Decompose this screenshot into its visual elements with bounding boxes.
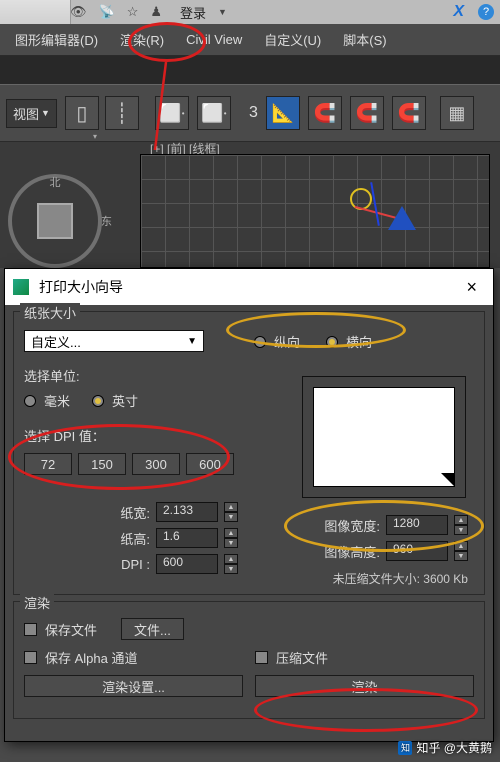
render-settings-button[interactable]: 渲染设置... [24, 675, 243, 697]
paper-fold-icon [441, 473, 455, 487]
close-button[interactable]: × [458, 277, 485, 298]
flyout-caret-icon[interactable]: ▾ [93, 132, 97, 141]
paper-width-spinner[interactable]: ▲▼ [224, 502, 238, 522]
login-link[interactable]: 登录 [180, 3, 206, 22]
compress-checkbox[interactable] [255, 651, 268, 664]
save-alpha-checkbox[interactable] [24, 651, 37, 664]
dpi-600-button[interactable]: 600 [186, 453, 234, 475]
help-icon[interactable]: ? [478, 4, 494, 20]
paper-height-spinner[interactable]: ▲▼ [224, 528, 238, 548]
menu-render[interactable]: 渲染(R) [109, 24, 175, 55]
image-height-label: 图像高度: [324, 542, 380, 561]
dialog-title: 打印大小向导 [39, 277, 458, 297]
axis-gizmo[interactable] [344, 182, 380, 218]
binoculars-icon[interactable]: 👁 [70, 4, 87, 20]
user-icon[interactable]: ♟ [150, 4, 162, 20]
orientation-radios: 纵向 横向 [254, 332, 372, 351]
viewcube-face[interactable] [37, 203, 73, 239]
paper-height-input[interactable]: 1.6 [156, 528, 218, 548]
dpi-150-button[interactable]: 150 [78, 453, 126, 475]
paper-width-label: 纸宽: [120, 503, 150, 522]
radio-landscape-label: 横向 [346, 332, 372, 351]
named-sets-button[interactable]: ▦ [440, 96, 474, 130]
radio-portrait[interactable] [254, 336, 266, 348]
chevron-down-icon: ▼ [41, 108, 50, 118]
dialog-titlebar[interactable]: 打印大小向导 × [5, 269, 493, 305]
star-icon[interactable]: ☆ [127, 4, 139, 20]
percent-snap-button[interactable]: 🧲 [350, 96, 384, 130]
radio-inch[interactable] [92, 395, 104, 407]
paper-sheet-icon [313, 387, 455, 487]
satellite-icon[interactable]: 📡 [99, 4, 115, 20]
radio-mm-label: 毫米 [44, 391, 70, 410]
paper-size-value: 自定义... [31, 332, 81, 351]
radio-portrait-label: 纵向 [274, 332, 300, 351]
viewport[interactable]: [+] [前] [线框] 北 东 [0, 142, 500, 268]
file-button[interactable]: 文件... [121, 618, 184, 640]
paper-width-input[interactable]: 2.133 [156, 502, 218, 522]
dpi-field-label: DPI : [121, 557, 150, 572]
snap-toggle-button[interactable]: 📐 [266, 96, 300, 130]
app-exchange-icon[interactable]: X [453, 3, 464, 21]
uncompressed-size: 未压缩文件大小: 3600 Kb [324, 570, 468, 587]
app-icon [13, 279, 29, 295]
image-height-spinner[interactable]: ▲▼ [454, 541, 468, 561]
ribbon-strip [0, 56, 500, 84]
radio-inch-label: 英寸 [112, 391, 138, 410]
quick-access-bar: 👁 📡 ☆ ♟ 登录 ▼ X ? [0, 0, 500, 24]
radio-landscape[interactable] [326, 336, 338, 348]
paper-size-dropdown[interactable]: 自定义... ▼ [24, 330, 204, 352]
watermark-text: 知乎 @大黄鹅 [416, 739, 492, 756]
main-menu-bar: 图形编辑器(D) 渲染(R) Civil View 自定义(U) 脚本(S) [0, 24, 500, 56]
zhihu-icon: 知 [398, 741, 412, 755]
spinner-snap-button[interactable]: 🧲 [392, 96, 426, 130]
main-toolbar: 视图 ▼ ▯ ▾ ┊ ⬜• ⬜• 3 📐 🧲 🧲 🧲 ▦ [0, 84, 500, 142]
compass-north: 北 [50, 174, 61, 190]
selection-lock-button[interactable]: ┊ [105, 96, 139, 130]
save-file-label: 保存文件 [45, 620, 97, 639]
chevron-down-icon[interactable]: ▼ [218, 7, 227, 17]
watermark: 知 知乎 @大黄鹅 [398, 739, 492, 756]
radio-mm[interactable] [24, 395, 36, 407]
paper-size-group: 纸张大小 自定义... ▼ 纵向 横向 选择单位: 毫米 英寸 选择 DPI 值… [13, 311, 485, 595]
snap-count: 3 [249, 104, 258, 122]
menu-graph-editor[interactable]: 图形编辑器(D) [4, 24, 109, 55]
menu-customize[interactable]: 自定义(U) [253, 24, 332, 55]
save-file-checkbox[interactable] [24, 623, 37, 636]
paper-size-group-label: 纸张大小 [20, 303, 80, 322]
dpi-72-button[interactable]: 72 [24, 453, 72, 475]
viewcube[interactable]: 北 东 [8, 174, 102, 268]
angle-snap-button[interactable]: 🧲 [308, 96, 342, 130]
menu-script[interactable]: 脚本(S) [332, 24, 397, 55]
image-dimension-fields: 图像宽度: 1280 ▲▼ 图像高度: 960 ▲▼ 未压缩文件大小: 3600… [324, 514, 468, 587]
compress-label: 压缩文件 [276, 648, 328, 667]
view-dropdown-label: 视图 [13, 104, 39, 123]
render-group: 渲染 保存文件 文件... 保存 Alpha 通道 压缩文件 渲染设置... 渲… [13, 601, 485, 719]
image-height-input[interactable]: 960 [386, 541, 448, 561]
dpi-spinner[interactable]: ▲▼ [224, 554, 238, 574]
viewport-grid[interactable] [140, 154, 490, 268]
dpi-input[interactable]: 600 [156, 554, 218, 574]
image-width-label: 图像宽度: [324, 516, 380, 535]
compass-east: 东 [101, 213, 112, 229]
render-group-label: 渲染 [20, 593, 54, 612]
dpi-300-button[interactable]: 300 [132, 453, 180, 475]
render-button[interactable]: 渲染 [255, 675, 474, 697]
menu-civil-view[interactable]: Civil View [175, 26, 253, 53]
save-alpha-label: 保存 Alpha 通道 [45, 648, 137, 667]
image-width-input[interactable]: 1280 [386, 515, 448, 535]
view-dropdown[interactable]: 视图 ▼ [6, 99, 57, 128]
point-mode-button[interactable]: ⬜• [155, 96, 189, 130]
paper-preview [302, 376, 466, 498]
image-width-spinner[interactable]: ▲▼ [454, 515, 468, 535]
chevron-down-icon: ▼ [187, 336, 197, 347]
isolate-selection-button[interactable]: ▯ [65, 96, 99, 130]
print-size-wizard-dialog: 打印大小向导 × 纸张大小 自定义... ▼ 纵向 横向 选择单位: 毫米 英寸… [4, 268, 494, 742]
paper-height-label: 纸高: [120, 529, 150, 548]
edge-mode-button[interactable]: ⬜• [197, 96, 231, 130]
